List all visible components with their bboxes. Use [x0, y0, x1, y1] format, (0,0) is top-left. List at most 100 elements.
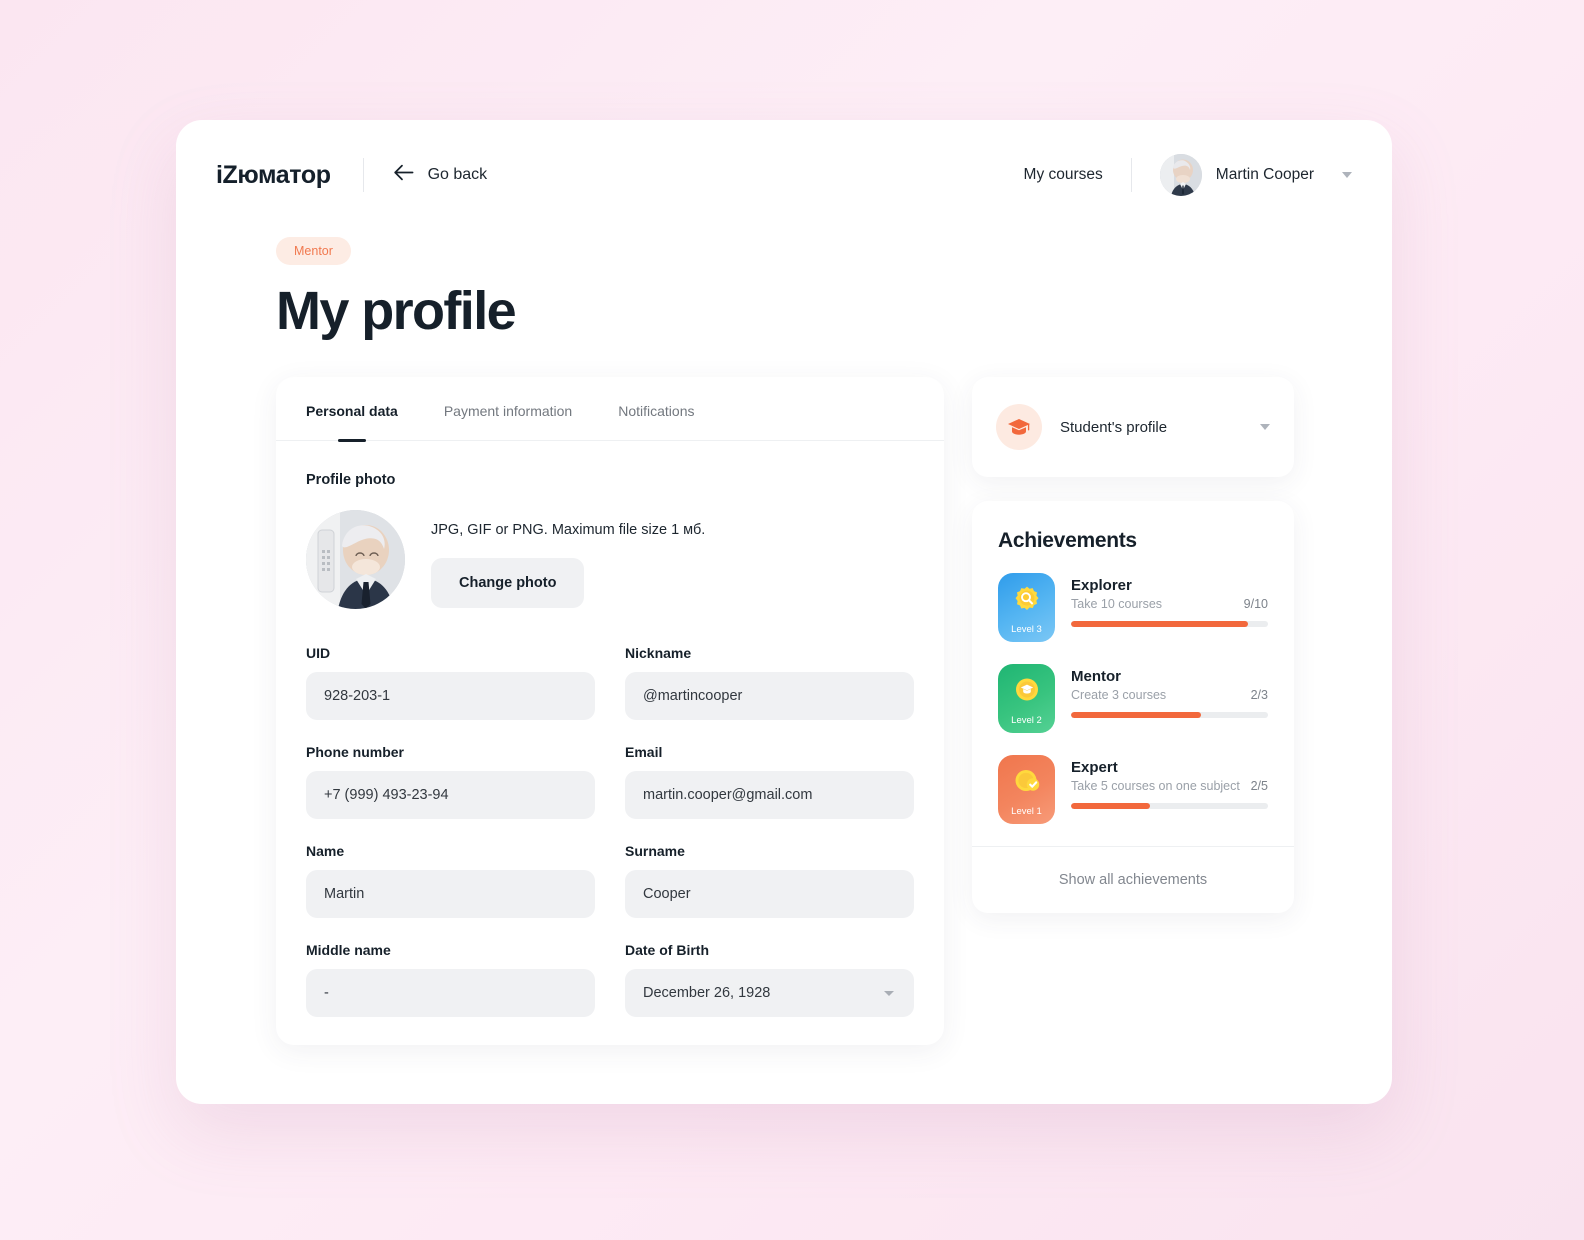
field-nickname: Nickname @martincooper — [625, 645, 914, 720]
achievement-count: 2/3 — [1250, 688, 1268, 702]
field-label: Name — [306, 843, 345, 859]
date-of-birth-select[interactable]: December 26, 1928 — [625, 969, 914, 1017]
field-value: martin.cooper@gmail.com — [643, 787, 813, 803]
tab-personal-data[interactable]: Personal data — [306, 403, 398, 440]
achievement-body: Mentor Create 3 courses 2/3 — [1071, 664, 1268, 718]
badge-level-label: Level 2 — [1011, 715, 1042, 726]
achievement-progress-fill — [1071, 803, 1150, 809]
header-divider — [362, 158, 364, 192]
badge-glyph — [1012, 676, 1042, 711]
go-back-button[interactable]: Go back — [393, 164, 488, 186]
field-label: UID — [306, 645, 331, 661]
email-input[interactable]: martin.cooper@gmail.com — [625, 771, 914, 819]
field-label: Surname — [625, 843, 685, 859]
achievement-progress-bar — [1071, 803, 1268, 809]
badge-glyph — [1012, 767, 1042, 802]
field-label: Date of Birth — [625, 942, 709, 958]
field-value: 928-203-1 — [324, 688, 391, 704]
field-value: @martincooper — [643, 688, 743, 704]
achievement-progress-fill — [1071, 621, 1249, 627]
nickname-input[interactable]: @martincooper — [625, 672, 914, 720]
photo-requirements-text: JPG, GIF or PNG. Maximum file size 1 мб. — [431, 522, 706, 538]
phone-number-input[interactable]: +7 (999) 493-23-94 — [306, 771, 595, 819]
achievement-name: Explorer — [1071, 577, 1132, 594]
badge-level-label: Level 3 — [1011, 624, 1042, 635]
page-heading-group: Mentor My profile — [276, 237, 517, 341]
chevron-down-icon — [884, 990, 894, 996]
header-right-group: My courses Martin Cooper — [1024, 154, 1352, 196]
name-input[interactable]: Martin — [306, 870, 595, 918]
achievement-item-expert[interactable]: Level 1 Expert Take 5 courses on one sub… — [998, 755, 1268, 824]
user-menu[interactable]: Martin Cooper — [1159, 154, 1352, 196]
profile-switch-label: Student's profile — [1060, 418, 1168, 436]
uid-input[interactable]: 928-203-1 — [306, 672, 595, 720]
achievement-body: Expert Take 5 courses on one subject 2/5 — [1071, 755, 1268, 809]
my-courses-link[interactable]: My courses — [1024, 166, 1103, 184]
achievement-count: 2/5 — [1250, 779, 1268, 793]
field-date-of-birth: Date of Birth December 26, 1928 — [625, 942, 914, 1017]
field-value: - — [324, 985, 329, 1001]
avatar — [1159, 154, 1202, 196]
achievement-sub-row: Create 3 courses 2/3 — [1071, 688, 1268, 702]
app-window: iZюматор Go back My courses Martin Coope… — [176, 120, 1392, 1104]
personal-data-card: Personal data Payment information Notifi… — [276, 377, 944, 1045]
check-medal-icon: Level 1 — [998, 755, 1055, 824]
field-value: Martin — [324, 886, 365, 902]
achievement-name: Expert — [1071, 759, 1118, 776]
personal-data-form: UID 928-203-1 Nickname @martincooper Pho… — [306, 645, 914, 1017]
arrow-left-icon — [393, 164, 414, 186]
field-value: Cooper — [643, 886, 691, 902]
achievement-progress-bar — [1071, 621, 1268, 627]
app-header: iZюматор Go back My courses Martin Coope… — [176, 120, 1392, 230]
profile-photo-row: JPG, GIF or PNG. Maximum file size 1 мб.… — [306, 510, 944, 609]
badge-glyph — [1012, 585, 1042, 620]
achievement-body: Explorer Take 10 courses 9/10 — [1071, 573, 1268, 627]
show-all-achievements-button[interactable]: Show all achievements — [972, 846, 1294, 913]
magnifier-medal-icon: Level 3 — [998, 573, 1055, 642]
field-value: +7 (999) 493-23-94 — [324, 787, 449, 803]
achievements-list: Level 3 Explorer Take 10 courses 9/10 Le… — [998, 573, 1268, 824]
sidebar-column: Student's profile Achievements Level 3 E… — [972, 377, 1294, 1045]
status-badge: Mentor — [276, 237, 351, 265]
tab-notifications[interactable]: Notifications — [618, 403, 694, 440]
profile-switch-dropdown[interactable]: Student's profile — [972, 377, 1294, 477]
field-label: Nickname — [625, 645, 692, 661]
achievement-sub-row: Take 10 courses 9/10 — [1071, 597, 1268, 611]
field-label: Phone number — [306, 744, 405, 760]
badge-level-label: Level 1 — [1011, 806, 1042, 817]
field-name: Name Martin — [306, 843, 595, 918]
page-title: My profile — [276, 281, 517, 341]
change-photo-button[interactable]: Change photo — [431, 558, 585, 608]
user-name: Martin Cooper — [1215, 166, 1314, 183]
field-email: Email martin.cooper@gmail.com — [625, 744, 914, 819]
profile-photo[interactable] — [306, 510, 405, 609]
achievement-item-explorer[interactable]: Level 3 Explorer Take 10 courses 9/10 — [998, 573, 1268, 642]
profile-photo-info: JPG, GIF or PNG. Maximum file size 1 мб.… — [431, 510, 705, 608]
field-phone-number: Phone number +7 (999) 493-23-94 — [306, 744, 595, 819]
achievements-card: Achievements Level 3 Explorer Take 10 co… — [972, 501, 1294, 913]
achievement-description: Take 10 courses — [1071, 597, 1163, 611]
field-label: Email — [625, 744, 663, 760]
brand-logo[interactable]: iZюматор — [216, 161, 331, 190]
achievement-description: Create 3 courses — [1071, 688, 1167, 702]
tab-bar: Personal data Payment information Notifi… — [276, 377, 944, 441]
achievement-count: 9/10 — [1243, 597, 1268, 611]
achievement-progress-fill — [1071, 712, 1202, 718]
achievement-sub-row: Take 5 courses on one subject 2/5 — [1071, 779, 1268, 793]
achievement-item-mentor[interactable]: Level 2 Mentor Create 3 courses 2/3 — [998, 664, 1268, 733]
header-divider-2 — [1130, 158, 1132, 192]
go-back-label: Go back — [427, 166, 488, 183]
field-label: Middle name — [306, 942, 391, 958]
chevron-down-icon — [1260, 424, 1270, 430]
field-value: December 26, 1928 — [643, 985, 771, 1001]
middle-name-input[interactable]: - — [306, 969, 595, 1017]
chevron-down-icon — [1342, 172, 1352, 178]
field-surname: Surname Cooper — [625, 843, 914, 918]
surname-input[interactable]: Cooper — [625, 870, 914, 918]
achievement-name: Mentor — [1071, 668, 1121, 685]
field-middle-name: Middle name - — [306, 942, 595, 1017]
tab-payment-information[interactable]: Payment information — [444, 403, 572, 440]
graduation-cap-medal-icon: Level 2 — [998, 664, 1055, 733]
field-uid: UID 928-203-1 — [306, 645, 595, 720]
content-area: Personal data Payment information Notifi… — [276, 377, 1296, 1045]
